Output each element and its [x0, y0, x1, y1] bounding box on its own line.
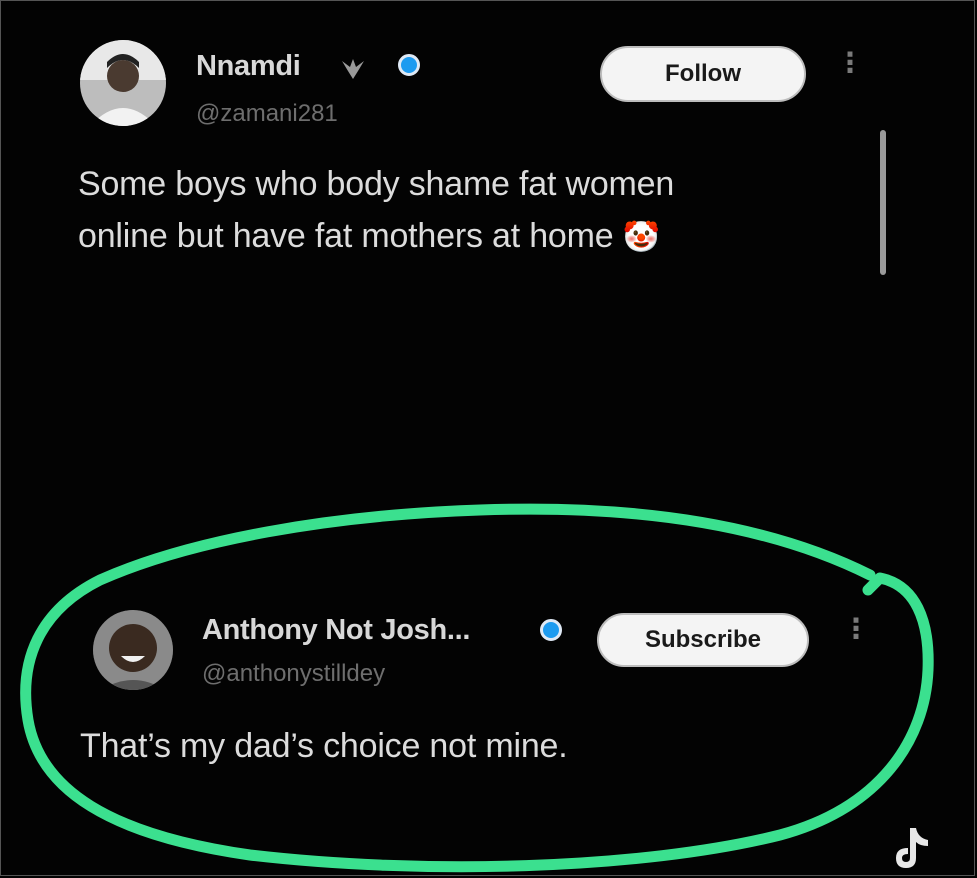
- follow-button[interactable]: Follow: [600, 46, 806, 102]
- avatar-nnamdi[interactable]: [80, 40, 166, 126]
- avatar-photo-icon: [93, 610, 173, 690]
- post-text-line-2: online but have fat mothers at home 🤡: [78, 210, 674, 264]
- clown-emoji-icon: 🤡: [622, 221, 660, 254]
- author-name[interactable]: Nnamdi: [196, 50, 301, 83]
- scroll-indicator[interactable]: [880, 130, 886, 275]
- more-options-icon[interactable]: ⋮: [836, 49, 864, 77]
- watermark-logo-icon: [896, 828, 928, 868]
- post-text-line-1: Some boys who body shame fat women: [78, 165, 675, 203]
- post-text: Some boys who body shame fat women onlin…: [78, 158, 674, 264]
- verified-badge-icon: [398, 54, 420, 76]
- reply-author-name[interactable]: Anthony Not Josh...: [202, 614, 470, 647]
- author-handle[interactable]: @zamani281: [196, 100, 338, 128]
- reply-author-handle[interactable]: @anthonystilldey: [202, 660, 385, 688]
- eagle-icon: [340, 55, 366, 87]
- more-options-icon[interactable]: ⋮: [842, 615, 870, 643]
- reply-text: That’s my dad’s choice not mine.: [80, 727, 568, 765]
- avatar-photo-icon: [80, 40, 166, 126]
- subscribe-button[interactable]: Subscribe: [597, 613, 809, 667]
- avatar-anthony[interactable]: [93, 610, 173, 690]
- post-text-line-2-content: online but have fat mothers at home: [78, 217, 614, 255]
- verified-badge-icon: [540, 619, 562, 641]
